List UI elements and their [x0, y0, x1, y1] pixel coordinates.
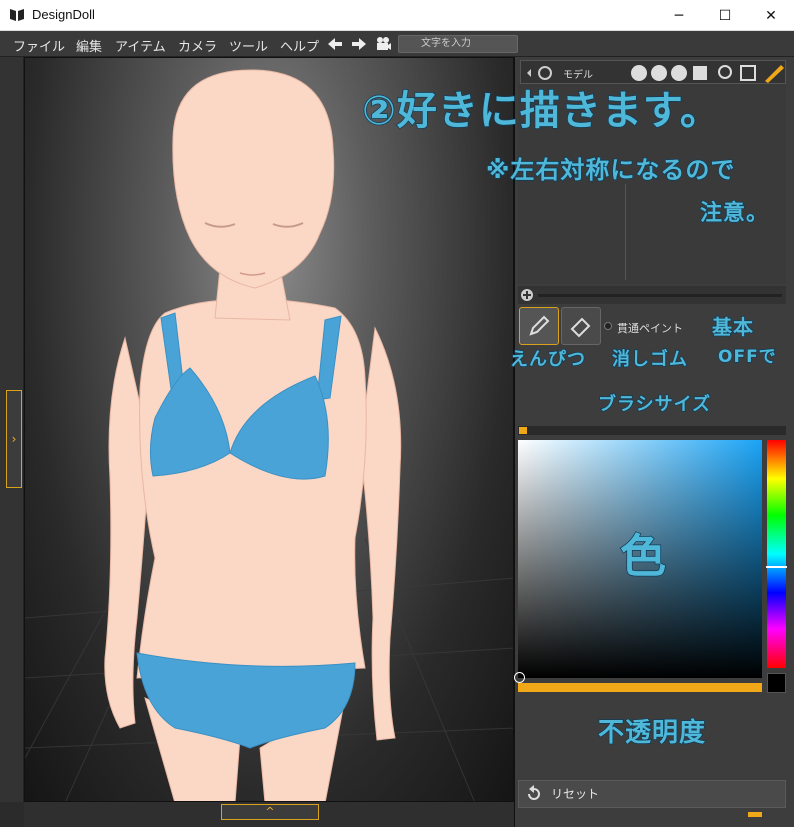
menu-item[interactable]: アイテム	[115, 36, 166, 55]
brush-size-thumb[interactable]	[519, 427, 527, 434]
menu-tool[interactable]: ツール	[229, 36, 268, 55]
minimize-button[interactable]: ─	[656, 0, 702, 31]
chevron-right-icon: ›	[11, 432, 17, 446]
annotation-opacity: 不透明度	[597, 717, 707, 749]
reset-label: リセット	[551, 787, 600, 801]
menu-bar: ファイル 編集 アイテム カメラ ツール ヘルプ 文字を入力	[0, 31, 794, 57]
eraser-icon	[570, 317, 591, 338]
minimize-icon: ─	[674, 7, 684, 24]
annotation-off: OFFで	[717, 346, 777, 368]
reset-icon	[528, 785, 540, 800]
menu-edit[interactable]: 編集	[76, 36, 102, 55]
doll-render	[25, 69, 513, 801]
title-bar: DesignDoll ─ ☐ ✕	[0, 0, 794, 31]
search-placeholder: 文字を入力	[421, 38, 471, 49]
annotation-eraser: 消しゴム	[611, 348, 688, 371]
pencil-icon	[529, 315, 550, 336]
maximize-icon: ☐	[718, 7, 732, 24]
window-title: DesignDoll	[32, 7, 95, 22]
menu-file[interactable]: ファイル	[13, 36, 65, 55]
menu-help[interactable]: ヘルプ	[280, 36, 319, 55]
3d-viewport[interactable]	[24, 57, 514, 802]
eraser-button[interactable]	[561, 307, 601, 345]
search-input[interactable]: 文字を入力	[398, 35, 518, 53]
annotation-basic: 基本	[711, 314, 754, 340]
current-color-swatch	[767, 673, 786, 693]
pencil-button[interactable]	[519, 307, 559, 345]
annotation-pencil: えんぴつ	[509, 348, 586, 371]
bottom-panel-toggle[interactable]: ^	[221, 804, 319, 820]
through-paint-toggle[interactable]	[604, 322, 612, 330]
chevron-up-icon: ^	[265, 805, 275, 818]
panel-scroll-thumb[interactable]	[748, 812, 762, 817]
preview-divider	[625, 184, 626, 280]
color-picker-cursor[interactable]	[514, 672, 525, 683]
left-panel-toggle[interactable]: ›	[6, 390, 22, 488]
annotation-note-2: 注意。	[699, 200, 770, 227]
annotation-brush-size: ブラシサイズ	[597, 393, 712, 416]
redo-arrow-icon[interactable]	[350, 35, 368, 53]
maximize-button[interactable]: ☐	[702, 0, 748, 31]
reset-button[interactable]: リセット	[518, 780, 786, 808]
annotation-note-1: ※左右対称になるので	[485, 155, 736, 185]
opacity-slider[interactable]	[518, 683, 762, 692]
close-icon: ✕	[765, 7, 777, 24]
undo-arrow-icon[interactable]	[326, 35, 344, 53]
menu-camera[interactable]: カメラ	[178, 36, 217, 55]
hue-marker[interactable]	[766, 566, 787, 568]
app-logo-icon	[10, 9, 24, 21]
hue-slider[interactable]	[767, 440, 786, 668]
add-icon[interactable]	[520, 288, 534, 302]
annotation-color: 色	[619, 528, 667, 584]
through-paint-label: 貫通ペイント	[617, 323, 683, 335]
close-button[interactable]: ✕	[748, 0, 794, 31]
brush-size-slider[interactable]	[518, 426, 786, 435]
timeline-slider[interactable]	[518, 286, 786, 304]
annotation-step: ②好きに描きます。	[361, 87, 721, 135]
camera-record-icon[interactable]	[374, 35, 392, 53]
